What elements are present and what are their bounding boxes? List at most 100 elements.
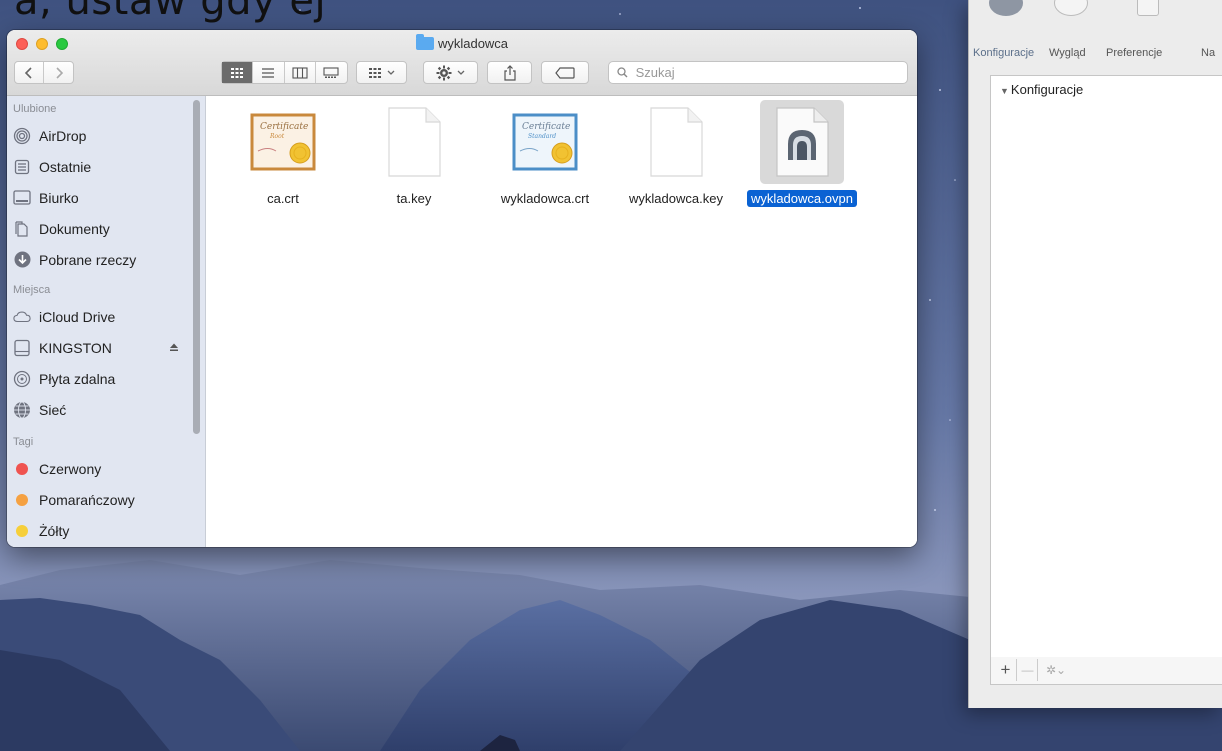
file-icon-view[interactable]: Certificate Root ca.crt ta.key Certifica…	[206, 96, 917, 547]
file-item[interactable]: Certificate Root ca.crt	[221, 96, 345, 208]
preferences-tab-icon	[1137, 0, 1159, 16]
sidebar-item-tag-red[interactable]: Czerwony	[7, 453, 205, 484]
certificate-icon: Certificate Standard	[503, 100, 587, 184]
configuration-gear-menu-button[interactable]: ✲⌄	[1041, 659, 1071, 681]
sidebar-item-label: Żółty	[39, 522, 70, 539]
chevron-left-icon	[24, 66, 32, 79]
tab-appearance[interactable]: Wygląd	[1049, 47, 1086, 59]
file-name: ca.crt	[267, 191, 299, 206]
tag-button[interactable]	[541, 61, 589, 84]
blank-document-icon	[634, 100, 718, 184]
appearance-tab-icon	[1054, 0, 1088, 16]
finder-window[interactable]: wykladowca Szukaj Ulubione AirDrop Ostat…	[7, 30, 917, 547]
file-name: ta.key	[396, 191, 432, 206]
view-mode-control	[221, 61, 348, 84]
grid-icon	[369, 67, 381, 78]
share-button[interactable]	[487, 61, 532, 84]
eject-icon[interactable]	[169, 341, 179, 355]
tab-truncated[interactable]: Na	[1201, 47, 1215, 59]
blank-document-icon	[372, 100, 456, 184]
file-item[interactable]: wykladowca.key	[614, 96, 738, 208]
finder-titlebar[interactable]: wykladowca Szukaj	[7, 30, 917, 96]
sidebar-section-title: Ulubione	[13, 103, 57, 115]
file-item[interactable]: ta.key	[352, 96, 476, 208]
group-by-button[interactable]	[356, 61, 407, 84]
tab-preferences[interactable]: Preferencje	[1106, 47, 1162, 59]
configurations-tab-icon	[989, 0, 1023, 16]
certificate-icon: Certificate Root	[241, 100, 325, 184]
navigation-buttons	[14, 61, 74, 84]
tab-configurations[interactable]: Konfiguracje	[973, 47, 1034, 59]
sidebar-section-title: Tagi	[13, 436, 34, 448]
sidebar-item-label: Dokumenty	[39, 220, 110, 237]
sidebar-item-label: KINGSTON	[39, 339, 112, 356]
file-item-selected[interactable]: wykladowca.ovpn	[736, 96, 868, 208]
sidebar-item-label: AirDrop	[39, 127, 87, 144]
airdrop-icon	[13, 127, 31, 145]
list-view-button[interactable]	[253, 62, 285, 83]
configurations-list[interactable]: ▼ Konfiguracje	[990, 75, 1222, 660]
tag-dot-icon	[13, 522, 31, 540]
file-name: wykladowca.key	[629, 191, 723, 206]
action-menu-button[interactable]	[423, 61, 478, 84]
sidebar-item-label: Płyta zdalna	[39, 370, 116, 387]
sidebar-item-tag-orange[interactable]: Pomarańczowy	[7, 484, 205, 515]
gallery-view-button[interactable]	[316, 62, 347, 83]
columns-icon	[292, 66, 308, 79]
list-icon	[262, 67, 275, 78]
network-icon	[13, 401, 31, 419]
sidebar-item-label: iCloud Drive	[39, 308, 116, 325]
configurations-list-header[interactable]: ▼ Konfiguracje	[991, 76, 1222, 97]
sidebar-item-documents[interactable]: Dokumenty	[7, 213, 205, 244]
file-name: wykladowca.ovpn	[747, 190, 857, 207]
search-placeholder: Szukaj	[635, 65, 675, 80]
icon-view-button[interactable]	[222, 62, 254, 83]
gear-icon	[436, 65, 452, 80]
forward-button[interactable]	[44, 62, 73, 83]
add-configuration-button[interactable]: +	[995, 659, 1017, 681]
cropped-header-text: a, ustaw gdy ej	[14, 0, 327, 24]
configurations-list-header-label: Konfiguracje	[1010, 82, 1084, 97]
sidebar-item-kingston[interactable]: KINGSTON	[7, 332, 205, 363]
cloud-icon	[13, 308, 31, 326]
sidebar-scrollbar[interactable]	[193, 100, 200, 434]
chevron-down-icon	[387, 70, 395, 75]
share-icon	[503, 64, 516, 81]
tag-dot-icon	[13, 460, 31, 478]
preferences-toolbar: Konfiguracje Wygląd Preferencje Na	[969, 0, 1222, 66]
finder-sidebar: Ulubione AirDrop Ostatnie Biurko Dokumen…	[7, 96, 206, 547]
svg-text:Standard: Standard	[528, 133, 556, 140]
gallery-icon	[323, 66, 339, 78]
file-item[interactable]: Certificate Standard wykladowca.crt	[483, 96, 607, 208]
search-icon	[617, 65, 632, 80]
sidebar-item-desktop[interactable]: Biurko	[7, 182, 205, 213]
vpn-config-window[interactable]: Konfiguracje Wygląd Preferencje Na ▼ Konf…	[968, 0, 1222, 708]
configurations-list-toolbar: + — ✲⌄	[990, 657, 1222, 685]
chevron-down-icon	[457, 70, 465, 75]
column-view-button[interactable]	[285, 62, 316, 83]
search-input[interactable]: Szukaj	[608, 61, 908, 84]
sidebar-item-icloud[interactable]: iCloud Drive	[7, 301, 205, 332]
sidebar-item-downloads[interactable]: Pobrane rzeczy	[7, 244, 205, 275]
chevron-right-icon	[55, 66, 63, 79]
sidebar-item-airdrop[interactable]: AirDrop	[7, 120, 205, 151]
sidebar-item-network[interactable]: Sieć	[7, 394, 205, 425]
window-title: wykladowca	[7, 34, 917, 53]
drive-icon	[13, 339, 31, 357]
disclosure-triangle-icon[interactable]: ▼	[1000, 86, 1009, 96]
disc-icon	[13, 370, 31, 388]
window-title-text: wykladowca	[437, 36, 509, 51]
svg-text:Certificate: Certificate	[522, 122, 570, 132]
folder-icon	[415, 34, 434, 50]
sidebar-item-tag-yellow[interactable]: Żółty	[7, 515, 205, 546]
recents-icon	[13, 158, 31, 176]
sidebar-item-label: Biurko	[39, 189, 79, 206]
back-button[interactable]	[15, 62, 45, 83]
remove-configuration-button[interactable]: —	[1018, 659, 1038, 681]
svg-text:Root: Root	[269, 133, 285, 140]
sidebar-item-label: Pobrane rzeczy	[39, 251, 137, 268]
documents-icon	[13, 220, 31, 238]
sidebar-item-recents[interactable]: Ostatnie	[7, 151, 205, 182]
sidebar-item-label: Pomarańczowy	[39, 491, 135, 508]
sidebar-item-remote-disc[interactable]: Płyta zdalna	[7, 363, 205, 394]
